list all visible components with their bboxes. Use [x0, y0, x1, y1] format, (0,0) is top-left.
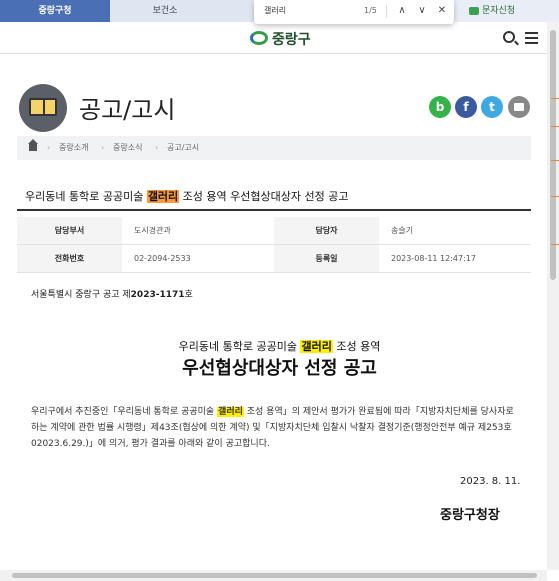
logo-mark-icon — [250, 31, 268, 45]
post-title-text: 우리동네 통학로 공공미술 — [25, 190, 147, 203]
document-signature: 중랑구청장 — [440, 508, 500, 523]
home-icon[interactable] — [28, 139, 38, 151]
breadcrumb: › 중랑소개 › 중랑소식 › 공고/고시 — [17, 136, 531, 160]
find-match-marker — [551, 160, 559, 161]
find-match-marker — [551, 244, 559, 245]
find-prev-button[interactable]: ∧ — [394, 2, 410, 20]
document-body-text: 우리구에서 추진중인「우리동네 통학로 공공미술 — [31, 407, 218, 417]
horizontal-scroll-thumb[interactable] — [12, 573, 537, 578]
notice-number-prefix: 서울특별시 중랑구 공고 제 — [31, 290, 131, 300]
document-subtitle-text: 우리동네 통학로 공공미술 — [178, 340, 301, 353]
dept-value: 도시경관과 — [122, 217, 274, 245]
document-subtitle-text-rest: 조성 용역 — [332, 340, 381, 353]
print-button[interactable] — [508, 96, 530, 118]
tab-junglang-office[interactable]: 중랑구청 — [0, 0, 110, 22]
manager-label: 담당자 — [274, 217, 379, 245]
find-highlight-current: 갤러리 — [146, 190, 180, 203]
post-info-table: 담당부서 도시경관과 담당자 송슬기 전화번호 02-2094-2533 등록일… — [17, 217, 531, 273]
site-header: 중랑구 — [0, 22, 559, 54]
printer-icon — [514, 103, 524, 111]
notice-book-icon — [19, 84, 67, 132]
find-close-button[interactable]: ✕ — [434, 2, 450, 20]
document-subtitle: 우리동네 통학로 공공미술 갤러리 조성 용역 — [0, 338, 559, 354]
find-highlight: 갤러리 — [217, 407, 244, 417]
find-match-marker — [551, 98, 559, 99]
hamburger-menu-icon[interactable] — [525, 32, 538, 44]
breadcrumb-item-about[interactable]: 중랑소개 — [59, 136, 88, 160]
date-label: 등록일 — [274, 245, 379, 273]
find-match-count: 1/5 — [364, 6, 377, 15]
sms-subscribe-label: 문자신청 — [482, 6, 516, 16]
document-date: 2023. 8. 11. — [460, 476, 521, 487]
notice-number-value: 2023-1171 — [130, 290, 185, 300]
tab-health-center[interactable]: 보건소 — [110, 0, 220, 22]
phone-value: 02-2094-2533 — [122, 245, 274, 273]
dept-label: 담당부서 — [17, 217, 122, 245]
breadcrumb-item-notice[interactable]: 공고/고시 — [167, 136, 199, 160]
vertical-scroll-thumb[interactable] — [550, 30, 556, 280]
find-next-button[interactable]: ∨ — [414, 2, 430, 20]
breadcrumb-separator: › — [101, 143, 105, 152]
breadcrumb-item-news[interactable]: 중랑소식 — [113, 136, 142, 160]
document-title: 우선협상대상자 선정 공고 — [182, 358, 377, 379]
horizontal-scrollbar[interactable] — [0, 570, 547, 581]
find-highlight: 갤러리 — [300, 340, 333, 353]
find-in-page-bar: 갤러리 1/5 ∧ ∨ ✕ — [254, 0, 454, 24]
breadcrumb-separator: › — [47, 143, 51, 152]
post-title-text-rest: 조성 용역 우선협상대상자 선정 공고 — [179, 190, 349, 203]
page-title: 공고/고시 — [79, 96, 176, 124]
notice-number: 서울특별시 중랑구 공고 제2023-1171호 — [31, 287, 193, 300]
sms-subscribe-link[interactable]: 문자신청 — [469, 0, 549, 22]
date-value: 2023-08-11 12:47:17 — [379, 245, 531, 273]
logo-text: 중랑구 — [272, 32, 311, 48]
find-divider — [386, 5, 387, 18]
phone-label: 전화번호 — [17, 245, 122, 273]
search-icon[interactable] — [503, 31, 515, 43]
manager-value: 송슬기 — [379, 217, 531, 245]
share-facebook-button[interactable]: f — [455, 96, 477, 118]
message-icon — [469, 6, 479, 15]
notice-number-suffix: 호 — [184, 290, 193, 300]
find-match-marker — [551, 126, 559, 127]
find-query-input[interactable]: 갤러리 — [264, 0, 286, 22]
breadcrumb-separator: › — [155, 143, 159, 152]
post-title: 우리동네 통학로 공공미술 갤러리 조성 용역 우선협상대상자 선정 공고 — [17, 183, 531, 211]
share-blog-button[interactable]: b — [429, 96, 451, 118]
vertical-scrollbar[interactable] — [547, 22, 559, 570]
find-match-marker — [551, 196, 559, 197]
document-body: 우리구에서 추진중인「우리동네 통학로 공공미술 갤러리 조성 용역」의 제안서… — [31, 404, 521, 452]
share-twitter-button[interactable]: t — [481, 96, 503, 118]
